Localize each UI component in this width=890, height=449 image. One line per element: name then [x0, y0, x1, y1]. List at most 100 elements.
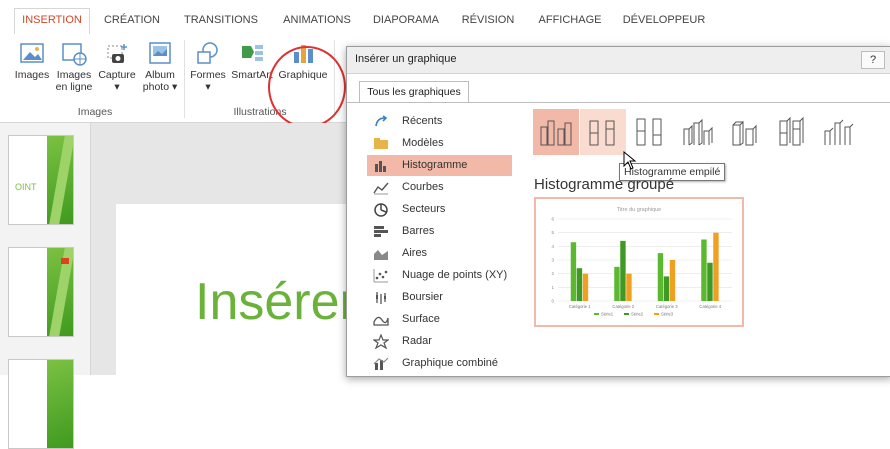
images-button[interactable]: Images [10, 40, 54, 81]
category-recents[interactable]: Récents [367, 111, 512, 132]
area-chart-icon [374, 250, 388, 260]
formes-button[interactable]: Formes ▾ [188, 40, 228, 93]
smartart-label: SmartArt [231, 69, 273, 81]
slide-thumbnail[interactable] [8, 359, 74, 449]
dialog-title: Insérer un graphique [355, 53, 457, 65]
preview-bar [669, 260, 676, 301]
chart-type-stacked-column[interactable] [580, 109, 626, 155]
preview-x-tick-label: Catégorie 4 [699, 304, 721, 309]
tab-diaporama[interactable]: DIAPORAMA [368, 9, 444, 33]
ribbon-tab-bar: INSERTION CRÉATION TRANSITIONS ANIMATION… [0, 0, 890, 36]
preview-y-tick-label: 2 [551, 271, 554, 276]
category-nuage-de-points[interactable]: Nuage de points (XY) [367, 265, 512, 286]
tab-affichage[interactable]: AFFICHAGE [532, 9, 608, 33]
preview-bar [713, 232, 719, 301]
tab-developpeur[interactable]: DÉVELOPPEUR [618, 9, 710, 33]
clustered-column-icon [540, 120, 572, 146]
preview-chart-title: Titre du graphique [617, 207, 661, 213]
help-button[interactable]: ? [861, 51, 885, 69]
pie-chart-icon [374, 203, 388, 217]
category-surface[interactable]: Surface [367, 309, 512, 330]
category-label: Aires [402, 247, 428, 259]
3d-stacked-column-icon [732, 120, 757, 146]
radar-chart-icon [373, 334, 389, 349]
stock-chart-icon [376, 292, 386, 304]
category-secteurs[interactable]: Secteurs [367, 199, 512, 220]
tab-insertion[interactable]: INSERTION [14, 8, 90, 36]
preview-bar [620, 240, 626, 301]
preview-chart: Titre du graphique 0 1 2 3 4 5 6 Catégorie 1 Ca… [551, 207, 732, 317]
tab-creation[interactable]: CRÉATION [96, 9, 168, 33]
chart-type-3d-stacked-column[interactable] [721, 109, 767, 155]
line-chart-icon [373, 182, 389, 195]
tab-transitions[interactable]: TRANSITIONS [176, 9, 266, 33]
online-images-label-2: en ligne [55, 81, 93, 93]
preview-x-tick-label: Catégorie 1 [569, 304, 591, 309]
category-courbes[interactable]: Courbes [367, 177, 512, 198]
percent-stacked-column-icon [636, 118, 662, 146]
3d-column-icon [824, 119, 854, 145]
category-aires[interactable]: Aires [367, 243, 512, 264]
preview-legend-swatch [654, 313, 659, 315]
chart-type-100-stacked-column[interactable] [627, 109, 673, 155]
preview-bar [576, 268, 583, 301]
preview-legend-label: Série3 [661, 312, 674, 317]
scatter-chart-icon [373, 269, 388, 283]
preview-bar [701, 239, 707, 301]
tab-revision[interactable]: RÉVISION [456, 9, 520, 33]
capture-dropdown-icon: ▾ [114, 81, 120, 93]
highlight-circle [268, 46, 346, 128]
combo-chart-icon [373, 357, 389, 370]
capture-button[interactable]: Capture ▾ [96, 40, 138, 93]
preview-bar [570, 242, 577, 301]
category-label: Nuage de points (XY) [402, 269, 508, 281]
preview-bar [707, 262, 713, 301]
preview-y-tick-label: 5 [551, 230, 554, 235]
preview-y-tick-label: 4 [551, 244, 554, 249]
capture-label: Capture [98, 69, 136, 81]
category-label: Récents [402, 115, 443, 127]
chart-type-3d-100-stacked-column[interactable] [768, 109, 814, 155]
photo-album-icon [149, 42, 171, 64]
preview-legend-label: Série1 [601, 312, 614, 317]
category-barres[interactable]: Barres [367, 221, 512, 242]
slide-title[interactable]: Insérer [195, 272, 357, 332]
preview-bar [626, 273, 632, 301]
chart-type-clustered-column[interactable] [533, 109, 579, 155]
thumbnail-text: OINT [15, 182, 37, 192]
category-graphique-combine[interactable]: Graphique combiné [367, 353, 512, 374]
tab-animations[interactable]: ANIMATIONS [276, 9, 358, 33]
online-picture-icon [62, 43, 87, 66]
folder-icon [374, 138, 388, 149]
column-chart-icon [375, 161, 386, 172]
preview-bar [657, 253, 664, 301]
category-label: Boursier [402, 291, 443, 303]
category-label: Courbes [402, 181, 444, 193]
category-label: Histogramme [402, 159, 468, 171]
album-label-1: Album [145, 69, 175, 81]
category-histogramme[interactable]: Histogramme [367, 155, 512, 176]
preview-legend-swatch [624, 313, 629, 315]
category-boursier[interactable]: Boursier [367, 287, 512, 308]
preview-bar [614, 266, 620, 301]
category-label: Surface [402, 313, 440, 325]
category-label: Radar [402, 335, 432, 347]
chart-type-3d-clustered-column[interactable] [674, 109, 720, 155]
category-modeles[interactable]: Modèles [367, 133, 512, 154]
picture-icon [20, 43, 44, 63]
slide-thumbnail[interactable] [8, 247, 74, 337]
online-images-button[interactable]: Images en ligne [54, 40, 94, 93]
category-label: Secteurs [402, 203, 446, 215]
preview-y-tick-label: 3 [551, 258, 554, 263]
smartart-icon [242, 45, 263, 61]
category-radar[interactable]: Radar [367, 331, 512, 352]
chart-preview[interactable]: Titre du graphique 0 1 2 3 4 5 6 Catégorie 1 Ca… [534, 197, 744, 327]
slide-thumbnail[interactable]: OINT [8, 135, 74, 225]
dialog-titlebar[interactable]: Insérer un graphique ? [347, 47, 890, 74]
album-photo-button[interactable]: Album photo ▾ [138, 40, 182, 93]
tab-all-charts[interactable]: Tous les graphiques [359, 81, 469, 102]
3d-percent-stacked-column-icon [779, 117, 804, 146]
thumbnail-green-band [47, 360, 73, 448]
bar-chart-icon [374, 226, 388, 237]
chart-type-3d-column[interactable] [815, 109, 861, 155]
